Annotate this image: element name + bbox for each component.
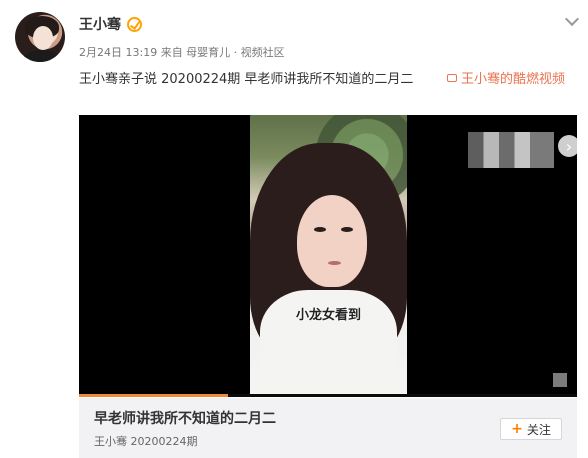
- avatar-shirt: [23, 50, 61, 62]
- arrow-right-icon[interactable]: ›: [558, 135, 577, 157]
- video-frame: 小龙女看到: [250, 115, 407, 397]
- girl-face: [297, 195, 367, 287]
- card-title: 早老师讲我所不知道的二月二: [94, 411, 276, 427]
- follow-label: 关注: [526, 422, 551, 437]
- video-link[interactable]: 王小骞的酷燃视频: [447, 68, 565, 87]
- girl-mouth: [328, 261, 341, 265]
- username[interactable]: 王小骞: [79, 14, 121, 34]
- post-meta: 2月24日 13:19 来自 母婴育儿 · 视频社区: [79, 46, 285, 59]
- video-progress-bar[interactable]: [79, 394, 577, 397]
- girl-eye-left: [314, 227, 326, 232]
- plus-icon: +: [511, 421, 523, 437]
- video-subtitle: 小龙女看到: [295, 308, 361, 323]
- video-player[interactable]: 小龙女看到 ›: [79, 115, 577, 397]
- fullscreen-icon[interactable]: [553, 373, 567, 387]
- verify-icon: [127, 16, 142, 32]
- follow-button[interactable]: + 关注: [500, 418, 562, 440]
- user-header: 王小骞: [79, 14, 142, 34]
- avatar-face: [33, 26, 53, 50]
- blurred-overlay: [468, 132, 554, 168]
- video-card[interactable]: 早老师讲我所不知道的二月二 王小骞 20200224期 + 关注: [79, 398, 577, 458]
- girl-eye-right: [341, 227, 353, 232]
- chevron-down-icon[interactable]: [564, 11, 580, 27]
- avatar[interactable]: [15, 12, 65, 62]
- video-progress-fill: [79, 394, 229, 397]
- video-icon: [447, 73, 457, 82]
- video-link-text: 王小骞的酷燃视频: [461, 72, 566, 87]
- card-subtitle: 王小骞 20200224期: [94, 435, 198, 448]
- post-content: 王小骞亲子说 20200224期 早老师讲我所不知道的二月二: [79, 72, 414, 87]
